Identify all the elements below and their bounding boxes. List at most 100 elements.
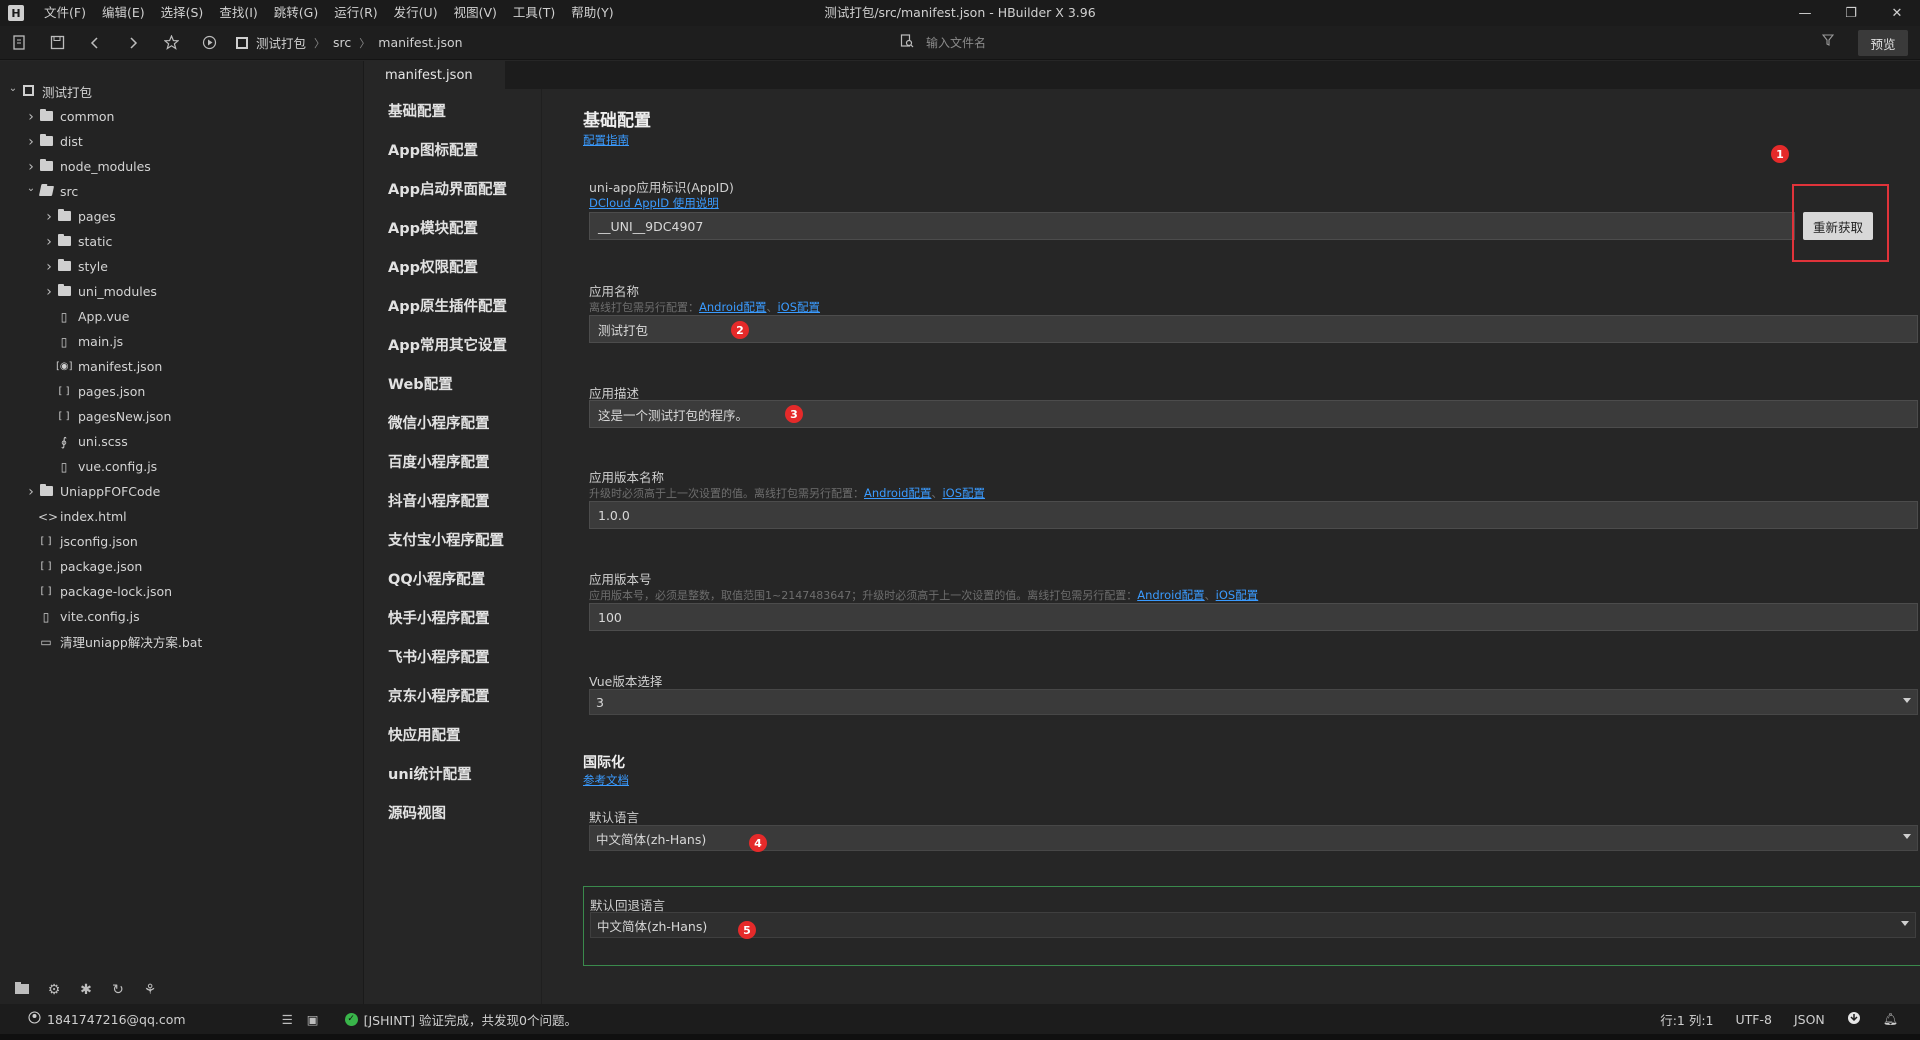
nav-uni-stat[interactable]: uni统计配置 [365, 765, 541, 804]
nav-app-modules[interactable]: App模块配置 [365, 219, 541, 258]
version-name-field[interactable]: 1.0.0 [589, 501, 1918, 529]
android-config-link[interactable]: Android配置 [1137, 588, 1204, 602]
appid-help-link[interactable]: DCloud AppID 使用说明 [589, 195, 719, 211]
tree-item[interactable]: ▯ vite.config.js [0, 604, 363, 629]
nav-alipay-mp[interactable]: 支付宝小程序配置 [365, 531, 541, 570]
tree-item[interactable]: › dist [0, 129, 363, 154]
nav-source-view[interactable]: 源码视图 [365, 804, 541, 843]
nav-app-native-plugins[interactable]: App原生插件配置 [365, 297, 541, 336]
tree-item[interactable]: ∮ uni.scss [0, 429, 363, 454]
save-icon[interactable] [38, 26, 76, 60]
fallback-lang-select[interactable]: 中文简体(zh-Hans) [590, 912, 1916, 938]
nav-jd-mp[interactable]: 京东小程序配置 [365, 687, 541, 726]
nav-douyin-mp[interactable]: 抖音小程序配置 [365, 492, 541, 531]
appid-field[interactable]: __UNI__9DC4907 [589, 212, 1795, 240]
run-icon[interactable] [190, 26, 228, 60]
minimize-button[interactable]: — [1782, 0, 1828, 26]
nav-feishu-mp[interactable]: 飞书小程序配置 [365, 648, 541, 687]
tree-item[interactable]: ▯ vue.config.js [0, 454, 363, 479]
tree-item[interactable]: › style [0, 254, 363, 279]
restore-button[interactable]: ❐ [1828, 0, 1874, 26]
vue-version-select[interactable]: 3 [589, 689, 1918, 715]
chevron-right-icon[interactable]: › [42, 234, 56, 250]
default-lang-select[interactable]: 中文简体(zh-Hans) [589, 825, 1918, 851]
ios-config-link[interactable]: iOS配置 [777, 300, 820, 314]
chevron-right-icon[interactable]: › [24, 134, 38, 150]
plugins-icon[interactable]: ⚙ [38, 982, 70, 998]
status-message[interactable]: ✓ [JSHINT] 验证完成，共发现0个问题。 [344, 1010, 577, 1029]
chevron-down-icon[interactable]: ⌄ [24, 183, 38, 194]
nav-baidu-mp[interactable]: 百度小程序配置 [365, 453, 541, 492]
tree-item[interactable]: [ ] pagesNew.json [0, 404, 363, 429]
debug-icon[interactable]: ✱ [70, 982, 102, 998]
breadcrumb-file[interactable]: manifest.json [378, 35, 462, 50]
forward-icon[interactable] [114, 26, 152, 60]
nav-basic-config[interactable]: 基础配置 [365, 102, 541, 141]
tree-item[interactable]: [ ] jsconfig.json [0, 529, 363, 554]
menu-tools[interactable]: 工具(T) [505, 0, 563, 26]
tree-item[interactable]: <> index.html [0, 504, 363, 529]
tree-item[interactable]: › node_modules [0, 154, 363, 179]
chevron-right-icon[interactable]: › [42, 284, 56, 300]
nav-qq-mp[interactable]: QQ小程序配置 [365, 570, 541, 609]
version-code-field[interactable]: 100 [589, 603, 1918, 631]
app-name-field[interactable]: 测试打包 [589, 315, 1918, 343]
tab-manifest-json[interactable]: manifest.json [365, 61, 505, 89]
menu-publish[interactable]: 发行(U) [386, 0, 446, 26]
ios-config-link[interactable]: iOS配置 [942, 486, 985, 500]
tree-item[interactable]: › pages [0, 204, 363, 229]
ios-config-link[interactable]: iOS配置 [1216, 588, 1259, 602]
download-icon[interactable] [1847, 1011, 1861, 1028]
chevron-right-icon[interactable]: › [24, 484, 38, 500]
tree-item[interactable]: ⌄ 测试打包 [0, 79, 363, 104]
config-guide-link[interactable]: 配置指南 [583, 132, 629, 148]
tree-item[interactable]: [ ] package-lock.json [0, 579, 363, 604]
filter-icon[interactable] [1821, 34, 1835, 50]
notification-bell-icon[interactable]: 🔔︎ [1883, 1012, 1898, 1026]
tree-item[interactable]: ⌄ src [0, 179, 363, 204]
menu-help[interactable]: 帮助(Y) [563, 0, 621, 26]
file-search-input[interactable] [926, 36, 1526, 50]
tree-item[interactable]: [◉] manifest.json [0, 354, 363, 379]
chevron-right-icon[interactable]: › [42, 259, 56, 275]
tree-item[interactable]: [ ] package.json [0, 554, 363, 579]
chevron-right-icon[interactable]: › [24, 159, 38, 175]
list-icon[interactable]: ☰ [282, 1012, 293, 1027]
nav-app-splash[interactable]: App启动界面配置 [365, 180, 541, 219]
breadcrumb-project[interactable]: 测试打包 [256, 33, 306, 52]
chevron-right-icon[interactable]: › [24, 109, 38, 125]
tree-item[interactable]: [ ] pages.json [0, 379, 363, 404]
tree-item[interactable]: › UniappFOFCode [0, 479, 363, 504]
tree-item[interactable]: › static [0, 229, 363, 254]
settings-icon[interactable]: ⚘ [134, 982, 166, 998]
nav-weixin-mp[interactable]: 微信小程序配置 [365, 414, 541, 453]
language-mode[interactable]: JSON [1794, 1012, 1825, 1027]
menu-find[interactable]: 查找(I) [211, 0, 265, 26]
console-icon[interactable]: ▣ [307, 1012, 319, 1027]
nav-web[interactable]: Web配置 [365, 375, 541, 414]
menu-select[interactable]: 选择(S) [153, 0, 212, 26]
cursor-position[interactable]: 行:1 列:1 [1660, 1010, 1713, 1029]
source-control-icon[interactable]: ↻ [102, 982, 134, 998]
nav-app-permissions[interactable]: App权限配置 [365, 258, 541, 297]
breadcrumb-folder[interactable]: src [333, 35, 351, 50]
star-icon[interactable] [152, 26, 190, 60]
i18n-docs-link[interactable]: 参考文档 [583, 772, 629, 788]
nav-app-other[interactable]: App常用其它设置 [365, 336, 541, 375]
menu-goto[interactable]: 跳转(G) [266, 0, 326, 26]
tree-item[interactable]: › common [0, 104, 363, 129]
tree-item[interactable]: › uni_modules [0, 279, 363, 304]
nav-quickapp[interactable]: 快应用配置 [365, 726, 541, 765]
encoding[interactable]: UTF-8 [1736, 1012, 1772, 1027]
nav-app-icon[interactable]: App图标配置 [365, 141, 541, 180]
tree-item[interactable]: ▯ main.js [0, 329, 363, 354]
close-button[interactable]: ✕ [1874, 0, 1920, 26]
account[interactable]: 1841747216@qq.com [28, 1011, 186, 1027]
tree-item[interactable]: ▯ App.vue [0, 304, 363, 329]
chevron-right-icon[interactable]: › [42, 209, 56, 225]
new-file-icon[interactable] [0, 26, 38, 60]
back-icon[interactable] [76, 26, 114, 60]
android-config-link[interactable]: Android配置 [699, 300, 766, 314]
menu-view[interactable]: 视图(V) [446, 0, 505, 26]
menu-edit[interactable]: 编辑(E) [94, 0, 153, 26]
